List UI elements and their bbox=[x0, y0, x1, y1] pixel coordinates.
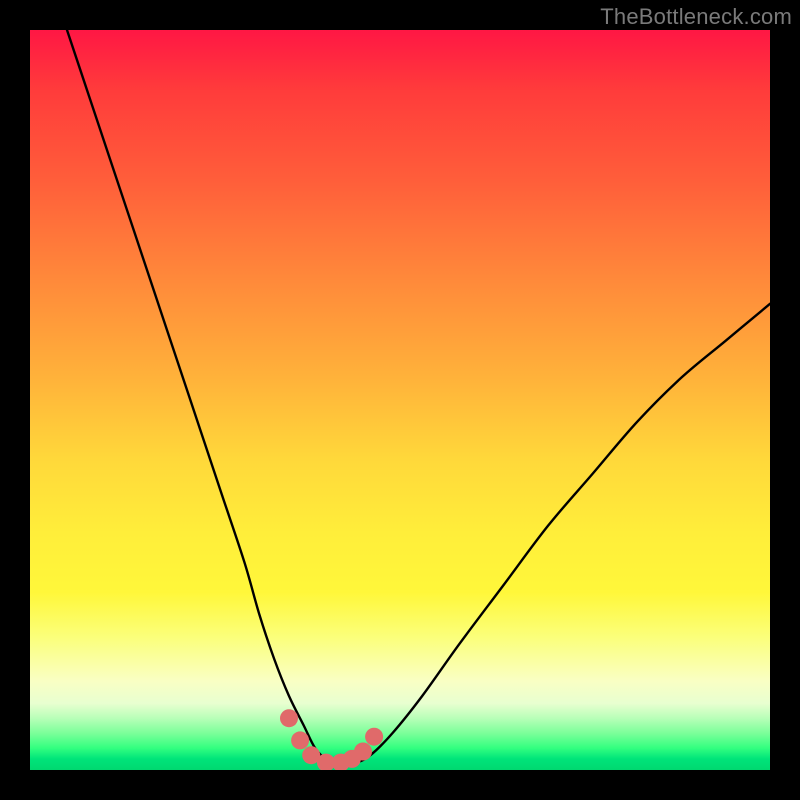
optimal-marker bbox=[280, 709, 298, 727]
optimal-marker bbox=[291, 731, 309, 749]
bottleneck-curve bbox=[67, 30, 770, 763]
watermark-text: TheBottleneck.com bbox=[600, 4, 792, 30]
curve-group bbox=[67, 30, 770, 763]
bottleneck-curve-svg bbox=[30, 30, 770, 770]
optimal-marker bbox=[354, 743, 372, 761]
plot-area bbox=[30, 30, 770, 770]
optimal-marker bbox=[365, 728, 383, 746]
chart-frame: TheBottleneck.com bbox=[0, 0, 800, 800]
optimal-range-markers bbox=[280, 709, 383, 770]
